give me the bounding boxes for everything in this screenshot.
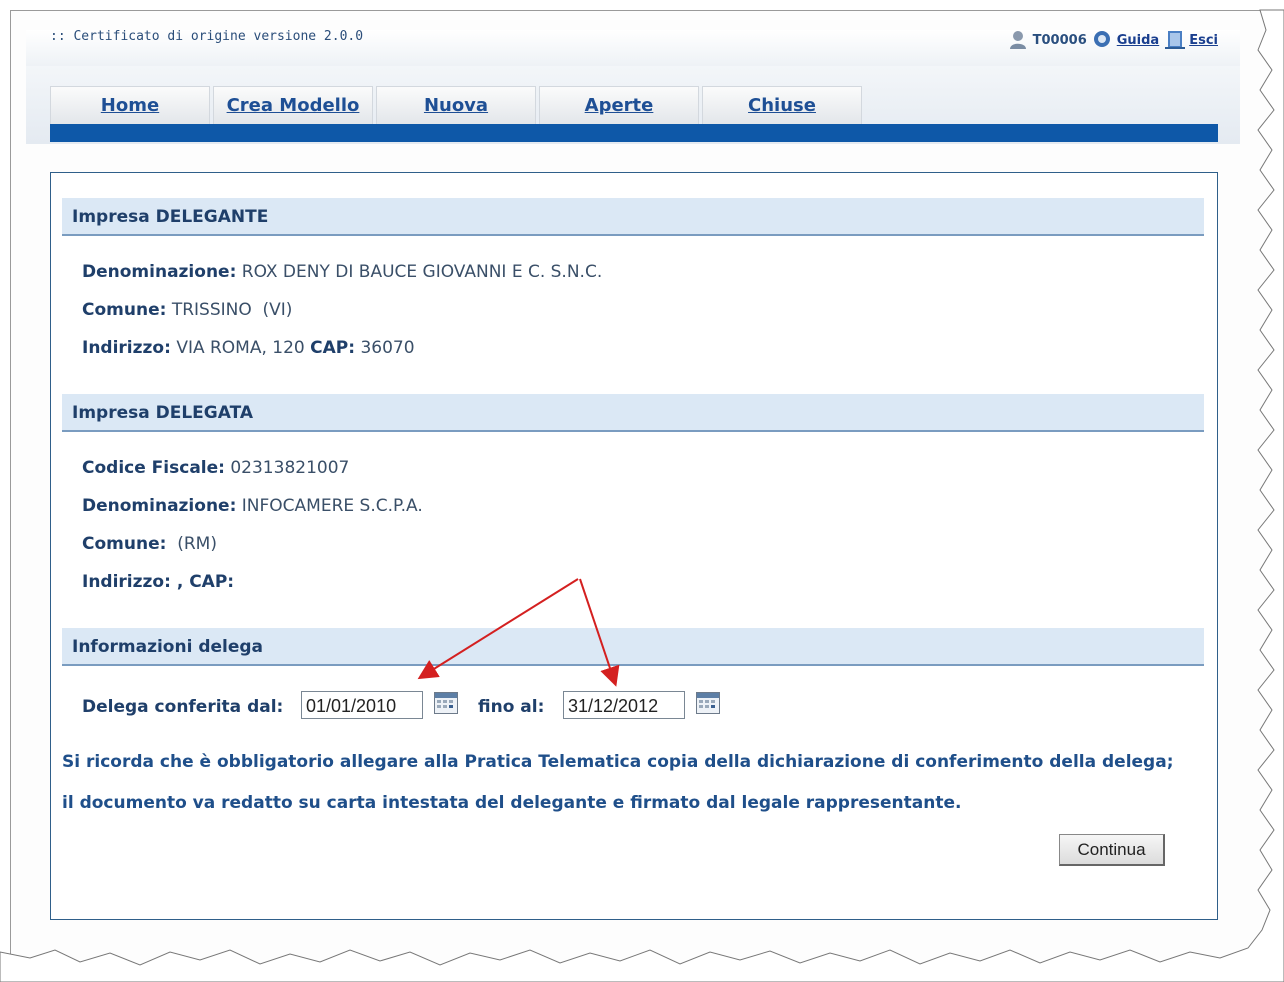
section-delega-heading: Informazioni delega (62, 628, 1204, 666)
label: Indirizzo: , CAP: (82, 572, 235, 592)
main-tabs: Home Crea Modello Nuova Aperte Chiuse (50, 86, 865, 125)
value: 02313821007 (230, 458, 350, 478)
delegante-denominazione: Denominazione: ROX DENY DI BAUCE GIOVANN… (82, 262, 602, 282)
delega-from-label: Delega conferita dal: (82, 697, 284, 717)
value: TRISSINO (VI) (171, 300, 293, 320)
label: Comune: (82, 300, 167, 320)
cap-label: CAP: (310, 338, 356, 358)
tab-home[interactable]: Home (50, 86, 210, 125)
tab-aperte[interactable]: Aperte (539, 86, 699, 125)
label: Comune: (82, 534, 167, 554)
continue-button[interactable]: Continua (1059, 834, 1165, 866)
delegante-indirizzo: Indirizzo: VIA ROMA, 120 CAP: 36070 (82, 338, 415, 358)
calendar-icon[interactable] (696, 692, 720, 714)
value: ROX DENY DI BAUCE GIOVANNI E C. S.N.C. (241, 262, 603, 282)
value: VIA ROMA, 120 (176, 338, 305, 358)
exit-icon[interactable] (1165, 30, 1186, 50)
help-link[interactable]: Guida (1117, 33, 1159, 48)
value: INFOCAMERE S.C.P.A. (241, 496, 423, 516)
delegata-indirizzo: Indirizzo: , CAP: (82, 572, 234, 592)
section-delegata-heading: Impresa DELEGATA (62, 394, 1204, 432)
user-id: T00006 (1032, 32, 1087, 48)
help-icon[interactable] (1093, 30, 1111, 50)
label: Denominazione: (82, 496, 237, 516)
section-delegante-heading: Impresa DELEGANTE (62, 198, 1204, 236)
tab-nuova[interactable]: Nuova (376, 86, 536, 125)
delegata-comune: Comune: (RM) (82, 534, 217, 554)
label: Codice Fiscale: (82, 458, 225, 478)
delegante-comune: Comune: TRISSINO (VI) (82, 300, 292, 320)
label: Denominazione: (82, 262, 237, 282)
calendar-icon[interactable] (434, 692, 458, 714)
app-title: :: Certificato di origine versione 2.0.0 (50, 29, 364, 44)
label: Indirizzo: (82, 338, 171, 358)
delegata-denominazione: Denominazione: INFOCAMERE S.C.P.A. (82, 496, 423, 516)
tab-crea-modello[interactable]: Crea Modello (213, 86, 373, 125)
notice-line-1: Si ricorda che è obbligatorio allegare a… (62, 752, 1174, 772)
delega-from-input[interactable]: 01/01/2010 (301, 691, 423, 719)
user-icon (1009, 30, 1027, 50)
user-bar: T00006 Guida Esci (1009, 30, 1218, 50)
delegata-codice-fiscale: Codice Fiscale: 02313821007 (82, 458, 349, 478)
value: (RM) (171, 534, 217, 554)
notice-line-2: il documento va redatto su carta intesta… (62, 793, 962, 813)
delega-to-label: fino al: (478, 697, 545, 717)
tab-chiuse[interactable]: Chiuse (702, 86, 862, 125)
delega-to-input[interactable]: 31/12/2012 (563, 691, 685, 719)
nav-underline-bar (50, 124, 1218, 142)
cap-value: 36070 (360, 338, 415, 358)
exit-link[interactable]: Esci (1189, 33, 1218, 48)
